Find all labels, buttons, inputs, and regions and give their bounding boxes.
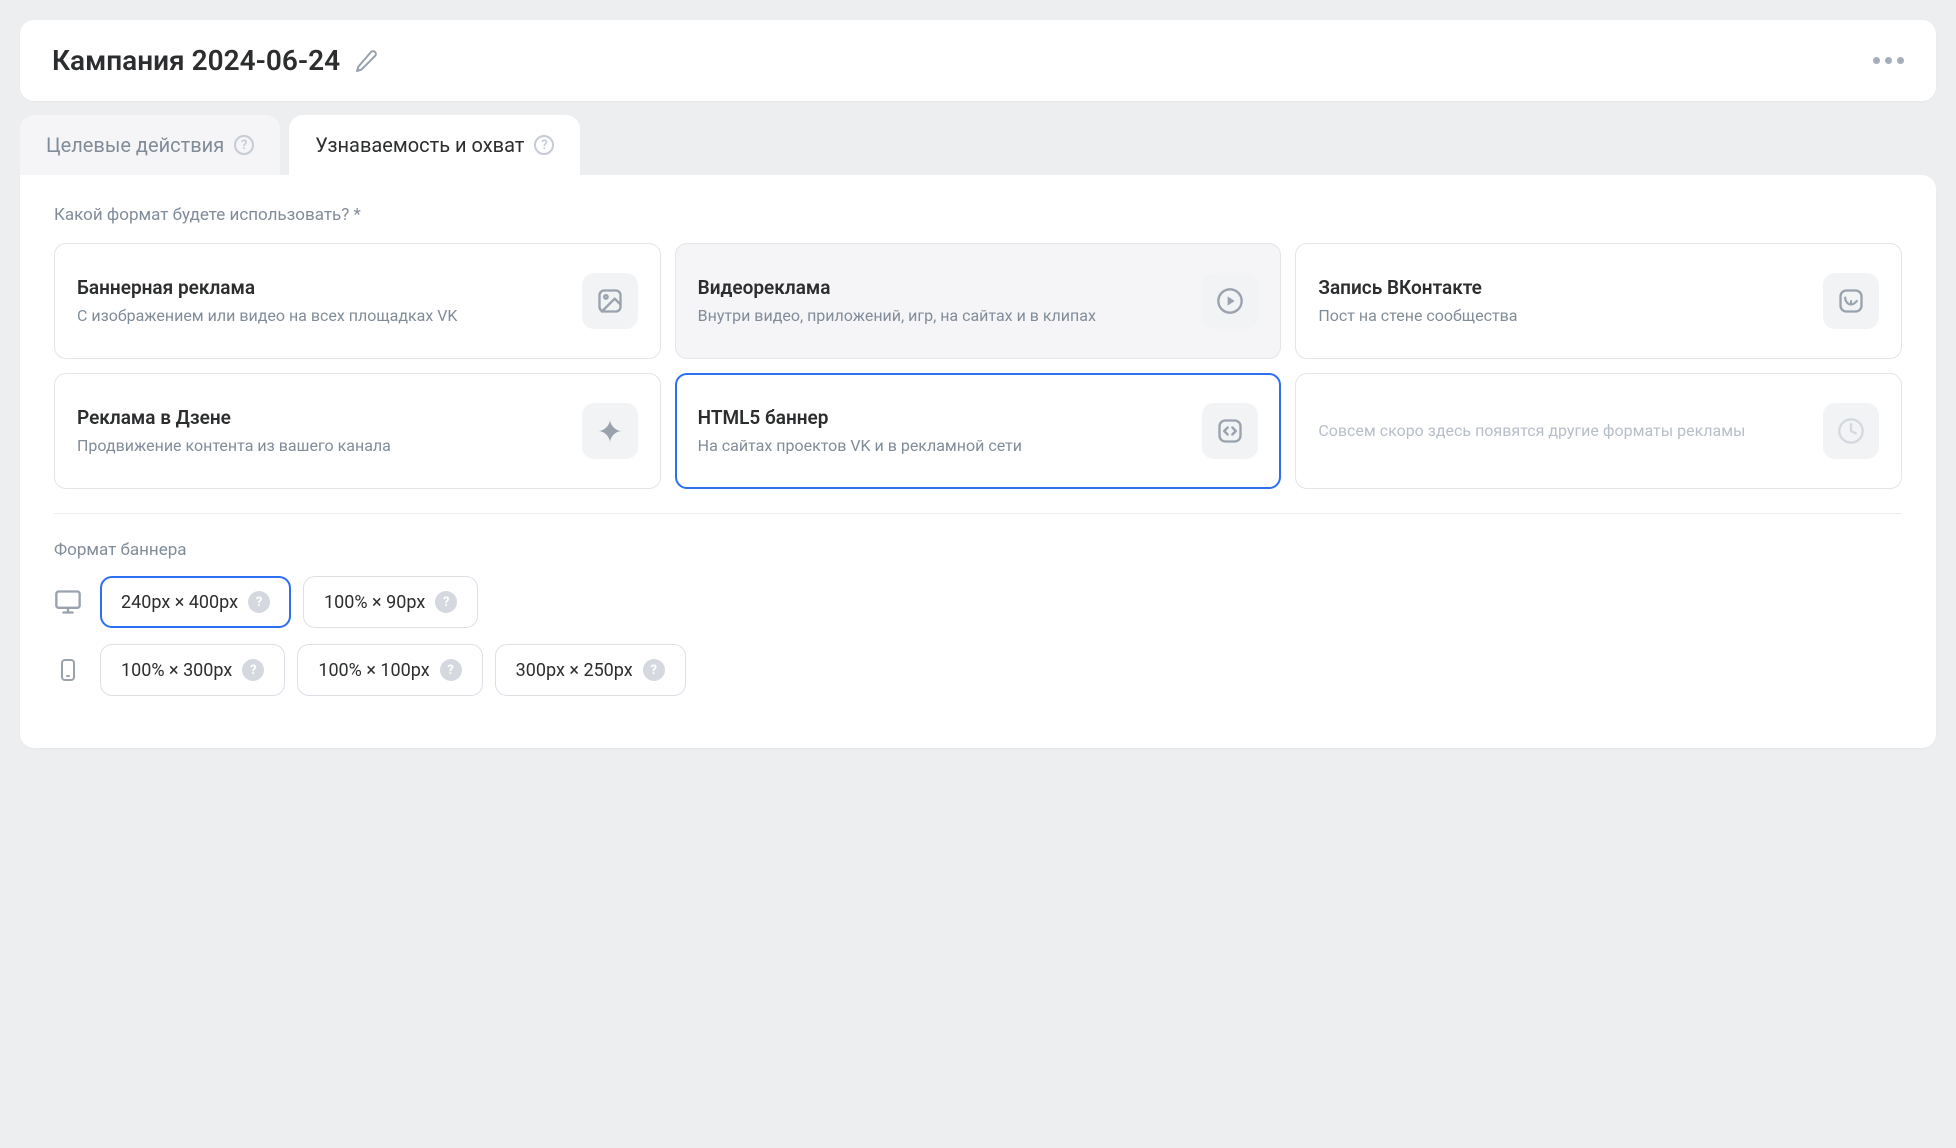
content-card: Какой формат будете использовать? * Банн… [20, 175, 1936, 748]
format-desc: Внутри видео, приложений, игр, на сайтах… [698, 305, 1187, 327]
format-title: Видеореклама [698, 276, 1187, 299]
banner-row-mobile: 100% × 300px ? 100% × 100px ? 300px × 25… [54, 644, 1902, 696]
divider [54, 513, 1902, 514]
tab-target-actions[interactable]: Целевые действия ? [20, 115, 280, 175]
format-card-vk-post[interactable]: Запись ВКонтакте Пост на стене сообществ… [1295, 243, 1902, 359]
help-icon[interactable]: ? [435, 591, 457, 613]
help-icon[interactable]: ? [248, 591, 270, 613]
tab-label: Узнаваемость и охват [315, 133, 524, 157]
play-icon [1202, 273, 1258, 329]
help-icon[interactable]: ? [534, 135, 554, 155]
format-card-zen[interactable]: Реклама в Дзене Продвижение контента из … [54, 373, 661, 489]
format-title: Запись ВКонтакте [1318, 276, 1807, 299]
format-card-video[interactable]: Видеореклама Внутри видео, приложений, и… [675, 243, 1282, 359]
format-card-coming-soon: Совсем скоро здесь появятся другие форма… [1295, 373, 1902, 489]
help-icon[interactable]: ? [234, 135, 254, 155]
campaign-title-card: Кампания 2024-06-24 [20, 20, 1936, 101]
format-grid: Баннерная реклама С изображением или вид… [54, 243, 1902, 489]
pill-label: 300px × 250px [516, 660, 633, 681]
format-title: Реклама в Дзене [77, 406, 566, 429]
zen-icon [582, 403, 638, 459]
help-icon[interactable]: ? [440, 659, 462, 681]
mobile-icon [54, 656, 82, 684]
banner-row-desktop: 240px × 400px ? 100% × 90px ? [54, 576, 1902, 628]
pill-label: 100% × 90px [324, 592, 425, 613]
format-title: HTML5 баннер [698, 406, 1187, 429]
pill-100x90[interactable]: 100% × 90px ? [303, 576, 478, 628]
more-menu-icon[interactable] [1873, 57, 1904, 64]
pill-300x250[interactable]: 300px × 250px ? [495, 644, 686, 696]
desktop-icon [54, 588, 82, 616]
pill-label: 100% × 300px [121, 660, 232, 681]
clock-icon [1823, 403, 1879, 459]
tab-awareness-reach[interactable]: Узнаваемость и охват ? [289, 115, 580, 175]
tab-label: Целевые действия [46, 133, 224, 157]
format-question-label: Какой формат будете использовать? * [54, 205, 1902, 225]
format-desc: Продвижение контента из вашего канала [77, 435, 566, 457]
vk-icon [1823, 273, 1879, 329]
edit-title-icon[interactable] [354, 49, 378, 73]
pill-100x100[interactable]: 100% × 100px ? [297, 644, 482, 696]
format-desc: Совсем скоро здесь появятся другие форма… [1318, 420, 1807, 442]
format-title: Баннерная реклама [77, 276, 566, 299]
pill-label: 240px × 400px [121, 592, 238, 613]
format-desc: На сайтах проектов VK и в рекламной сети [698, 435, 1187, 457]
format-card-banner[interactable]: Баннерная реклама С изображением или вид… [54, 243, 661, 359]
pill-240x400[interactable]: 240px × 400px ? [100, 576, 291, 628]
tab-bar: Целевые действия ? Узнаваемость и охват … [20, 115, 1936, 175]
code-icon [1202, 403, 1258, 459]
pill-100x300[interactable]: 100% × 300px ? [100, 644, 285, 696]
help-icon[interactable]: ? [643, 659, 665, 681]
image-icon [582, 273, 638, 329]
format-desc: Пост на стене сообщества [1318, 305, 1807, 327]
campaign-title: Кампания 2024-06-24 [52, 44, 340, 77]
format-card-html5[interactable]: HTML5 баннер На сайтах проектов VK и в р… [675, 373, 1282, 489]
banner-format-label: Формат баннера [54, 540, 1902, 560]
pill-label: 100% × 100px [318, 660, 429, 681]
help-icon[interactable]: ? [242, 659, 264, 681]
format-desc: С изображением или видео на всех площадк… [77, 305, 566, 327]
